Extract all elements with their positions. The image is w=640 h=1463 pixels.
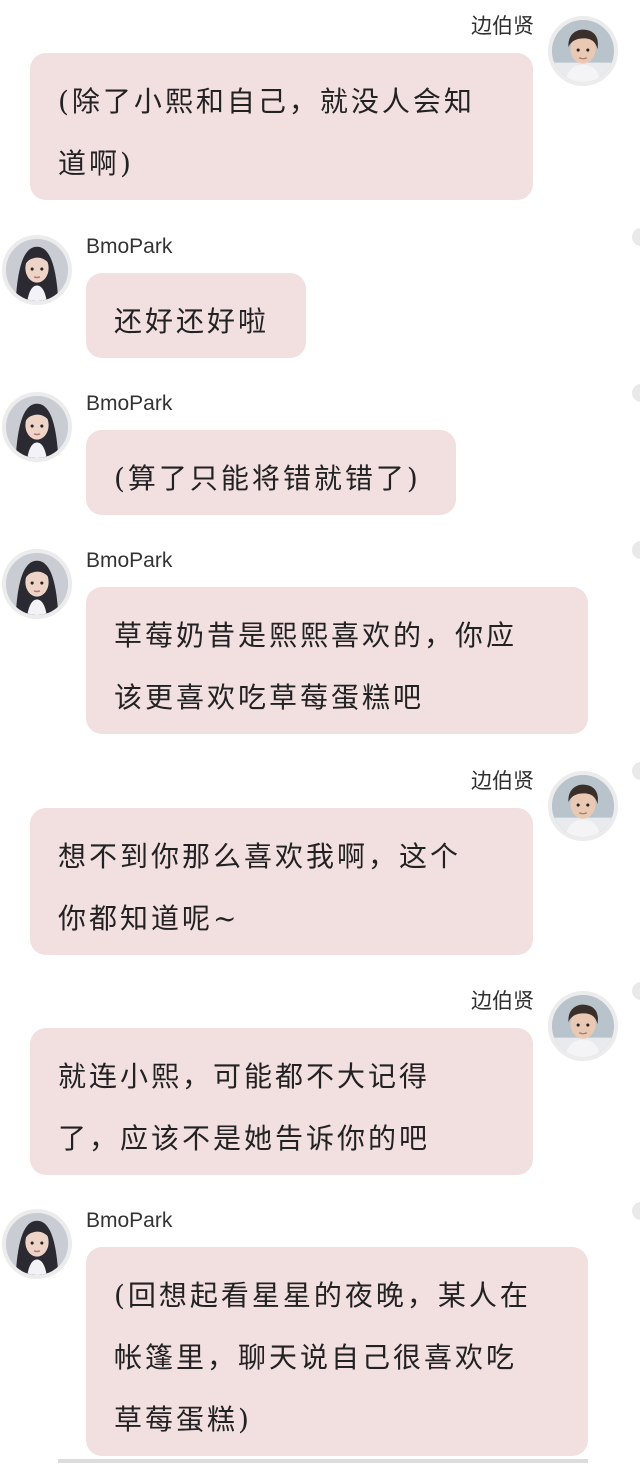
sender-name: BmoPark — [86, 392, 173, 415]
message-row-outgoing: 边伯贤 (除了小熙和自己，就没人会知 道啊) — [0, 0, 640, 210]
message-line: 就连小熙，可能都不大记得 — [58, 1060, 431, 1093]
message-line: 你都知道呢~ — [58, 902, 240, 935]
message-line: 想不到你那么喜欢我啊，这个 — [58, 840, 462, 873]
user-avatar[interactable] — [548, 771, 618, 841]
message-line: 道啊) — [58, 147, 134, 180]
message-bubble[interactable]: (回想起看星星的夜晚，某人在 帐篷里，聊天说自己很喜欢吃 草莓蛋糕) — [86, 1247, 588, 1456]
female-user-avatar-icon — [6, 1213, 68, 1275]
male-user-avatar-icon — [552, 775, 614, 837]
user-avatar[interactable] — [2, 392, 72, 462]
message-bubble[interactable]: 想不到你那么喜欢我啊，这个 你都知道呢~ — [30, 808, 533, 955]
message-line: 帐篷里，聊天说自己很喜欢吃 — [114, 1341, 518, 1374]
male-user-avatar-icon — [552, 995, 614, 1057]
sender-name: 边伯贤 — [471, 989, 534, 1013]
sender-name: BmoPark — [86, 549, 173, 572]
user-avatar[interactable] — [548, 991, 618, 1061]
sender-name: 边伯贤 — [471, 14, 534, 38]
sender-name: BmoPark — [86, 1209, 173, 1232]
message-row-outgoing: 边伯贤 就连小熙，可能都不大记得 了，应该不是她告诉你的吧 — [0, 975, 640, 1185]
message-row-incoming: BmoPark (算了只能将错就错了) — [0, 390, 640, 520]
message-line: (回想起看星星的夜晚，某人在 — [114, 1279, 531, 1312]
message-bubble[interactable]: (除了小熙和自己，就没人会知 道啊) — [30, 53, 533, 200]
message-line: 该更喜欢吃草莓蛋糕吧 — [114, 681, 425, 714]
message-line: 还好还好啦 — [114, 305, 270, 338]
sender-name: BmoPark — [86, 235, 173, 258]
female-user-avatar-icon — [6, 239, 68, 301]
message-bubble[interactable]: 就连小熙，可能都不大记得 了，应该不是她告诉你的吧 — [30, 1028, 533, 1175]
message-bubble[interactable]: 还好还好啦 — [86, 273, 306, 358]
user-avatar[interactable] — [2, 549, 72, 619]
message-line: 草莓蛋糕) — [114, 1403, 252, 1436]
user-avatar[interactable] — [2, 235, 72, 305]
message-bubble[interactable]: 草莓奶昔是熙熙喜欢的，你应 该更喜欢吃草莓蛋糕吧 — [86, 587, 588, 734]
female-user-avatar-icon — [6, 553, 68, 615]
message-line: 草莓奶昔是熙熙喜欢的，你应 — [114, 619, 518, 652]
female-user-avatar-icon — [6, 396, 68, 458]
message-row-incoming: BmoPark 草莓奶昔是熙熙喜欢的，你应 该更喜欢吃草莓蛋糕吧 — [0, 547, 640, 742]
user-avatar[interactable] — [2, 1209, 72, 1279]
message-line: 了，应该不是她告诉你的吧 — [58, 1122, 431, 1155]
sender-name: 边伯贤 — [471, 769, 534, 793]
message-row-incoming: BmoPark 还好还好啦 — [0, 233, 640, 363]
user-avatar[interactable] — [548, 16, 618, 86]
message-row-incoming: BmoPark (回想起看星星的夜晚，某人在 帐篷里，聊天说自己很喜欢吃 草莓蛋… — [0, 1207, 640, 1463]
message-line: (算了只能将错就错了) — [114, 462, 421, 495]
message-line: (除了小熙和自己，就没人会知 — [58, 85, 475, 118]
male-user-avatar-icon — [552, 20, 614, 82]
message-row-outgoing: 边伯贤 想不到你那么喜欢我啊，这个 你都知道呢~ — [0, 755, 640, 965]
message-bubble[interactable]: (算了只能将错就错了) — [86, 430, 456, 515]
bottom-divider — [58, 1459, 588, 1463]
